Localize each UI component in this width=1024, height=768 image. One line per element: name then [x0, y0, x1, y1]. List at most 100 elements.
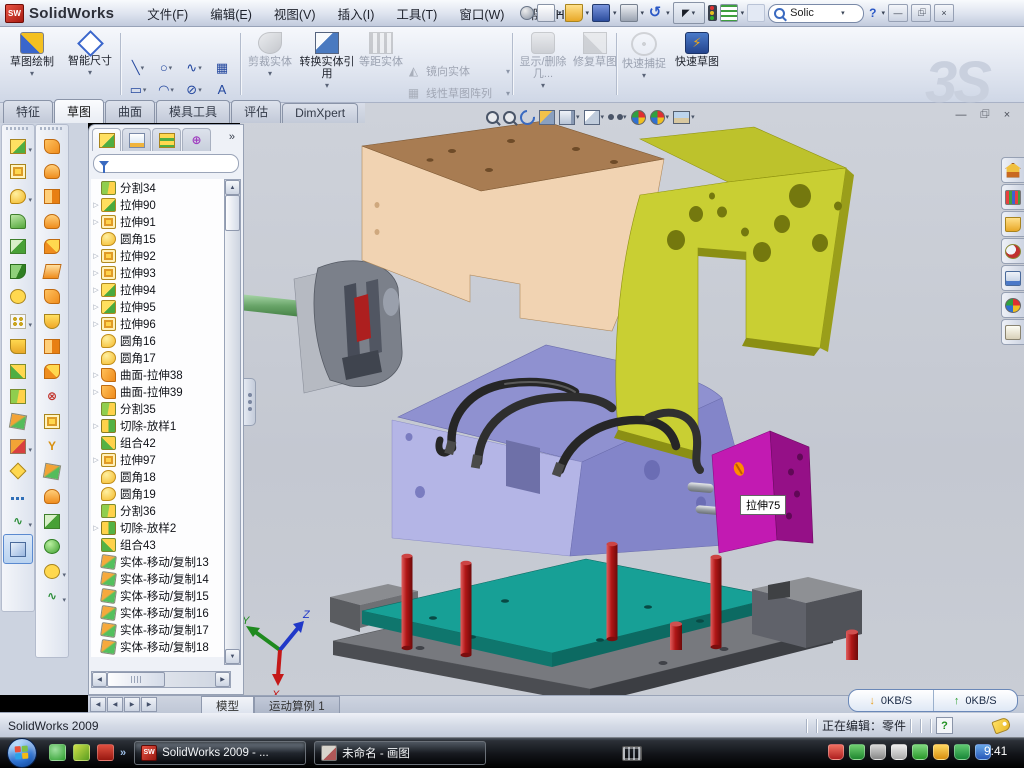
zoom-fit-button[interactable]	[486, 107, 499, 127]
tree-item[interactable]: 圆角15	[91, 230, 227, 247]
model-tab-1[interactable]: 运动算例 1	[254, 696, 340, 713]
quick-launch-messenger-icon[interactable]	[49, 744, 66, 761]
select-tool-button[interactable]: ◤▾	[673, 2, 705, 24]
delete-body-button[interactable]: ▾	[5, 434, 31, 458]
untrim-surface-button[interactable]	[39, 409, 65, 433]
dropdown-arrow-icon[interactable]: ▾	[169, 64, 173, 72]
curve-button[interactable]	[5, 484, 31, 508]
delete-face-button[interactable]: ⊗	[39, 384, 65, 408]
solidworks-resources-tab[interactable]	[1001, 157, 1024, 183]
scroll-left-button[interactable]: ◀	[92, 672, 107, 687]
tags-icon[interactable]	[991, 716, 1011, 734]
close-button[interactable]: ×	[934, 4, 954, 22]
dropdown-arrow-icon[interactable]: ▾	[881, 9, 885, 17]
thicken-button[interactable]	[39, 309, 65, 333]
dropdown-arrow-icon[interactable]: ▾	[741, 9, 745, 17]
arc-button[interactable]: ◠▾	[152, 79, 180, 101]
toolbar-drag-handle[interactable]	[6, 127, 30, 130]
taskbar-clock[interactable]: 9:41	[984, 744, 1007, 758]
dropdown-arrow-icon[interactable]: ▾	[62, 596, 66, 604]
tree-item[interactable]: ▷切除-放样1	[91, 417, 227, 434]
repair-sketch-button[interactable]: 修复草图	[572, 30, 618, 98]
spline-tool-button[interactable]: ∿▾	[5, 509, 31, 533]
taskbar-task-solidworks[interactable]: SW SolidWorks 2009 - ...	[134, 741, 306, 765]
expander-icon[interactable]: ▷	[91, 303, 101, 311]
offset-entities-button[interactable]: 等距实体	[358, 30, 404, 98]
tray-antivirus-icon[interactable]	[849, 744, 865, 760]
tree-item[interactable]: ▷拉伸94	[91, 281, 227, 298]
design-library-tab[interactable]	[1001, 184, 1024, 210]
dropdown-arrow-icon[interactable]: ▾	[30, 70, 34, 78]
move-copy-body-button[interactable]	[5, 409, 31, 433]
tree-item[interactable]: ▷拉伸97	[91, 451, 227, 468]
extruded-cut-button[interactable]	[5, 159, 31, 183]
clamp-assembly[interactable]	[240, 261, 402, 393]
expander-icon[interactable]: ▷	[91, 524, 101, 532]
quick-launch-media-icon[interactable]	[73, 744, 90, 761]
fillet-button[interactable]: ▾	[5, 184, 31, 208]
menu-item-3[interactable]: 插入(I)	[329, 1, 384, 26]
spline-button[interactable]: ∿▾	[180, 57, 208, 79]
tree-item[interactable]: 实体-移动/复制13	[91, 553, 227, 570]
tree-item[interactable]: ▷拉伸90	[91, 196, 227, 213]
start-button[interactable]	[7, 738, 37, 768]
taskbar-task-paint[interactable]: 未命名 - 画图	[314, 741, 486, 765]
dropdown-arrow-icon[interactable]: ▾	[641, 9, 645, 17]
rapid-sketch-button[interactable]: ⚡ 快速草图	[672, 30, 722, 98]
scroll-down-button[interactable]: ▼	[225, 649, 240, 664]
options-icon[interactable]	[720, 4, 738, 22]
display-delete-relations-button[interactable]: 显示/删除几... ▾	[516, 30, 570, 98]
planar-surface-button[interactable]	[39, 284, 65, 308]
dropdown-arrow-icon[interactable]: ▾	[28, 446, 32, 454]
quick-launch-solidworks-icon[interactable]	[97, 744, 114, 761]
feature-filter[interactable]	[93, 154, 239, 173]
menu-item-4[interactable]: 工具(T)	[387, 1, 446, 26]
insert-part-button[interactable]	[5, 459, 31, 483]
doc-restore-button[interactable]: □	[977, 109, 991, 121]
tree-item[interactable]: 组合42	[91, 434, 227, 451]
new-document-icon[interactable]	[537, 4, 555, 22]
flex-button[interactable]: ∿▾	[39, 584, 65, 608]
line-button[interactable]: ╲▾	[124, 57, 152, 79]
expander-icon[interactable]: ▷	[91, 269, 101, 277]
view-palette-tab[interactable]	[1001, 265, 1024, 291]
hide-show-items-button[interactable]: ▾	[608, 107, 627, 127]
panel-splitter-handle[interactable]	[244, 378, 256, 426]
quick-tips-icon[interactable]: ?	[936, 717, 953, 734]
toolbar-drag-handle[interactable]	[40, 127, 64, 130]
dropdown-arrow-icon[interactable]: ▾	[141, 64, 145, 72]
expander-icon[interactable]: ▷	[91, 320, 101, 328]
pin-toolbar-icon[interactable]	[520, 6, 534, 20]
search-input[interactable]	[788, 6, 838, 20]
dropdown-arrow-icon[interactable]: ▾	[692, 9, 696, 17]
vertical-scroll-thumb[interactable]	[225, 195, 240, 231]
dropdown-arrow-icon[interactable]: ▾	[623, 113, 627, 121]
expander-icon[interactable]: ▷	[91, 201, 101, 209]
tree-item[interactable]: ▷拉伸96	[91, 315, 227, 332]
search-results-tab[interactable]	[1001, 238, 1024, 264]
expander-icon[interactable]: ▷	[91, 371, 101, 379]
top-clamp-plate[interactable]	[362, 121, 664, 331]
propertymanager-tab[interactable]	[122, 128, 151, 151]
instant3d-button[interactable]	[3, 534, 33, 564]
swept-surface-button[interactable]	[39, 234, 65, 258]
rectangle-button[interactable]: ▭▾	[124, 79, 152, 101]
expander-icon[interactable]: ▷	[91, 456, 101, 464]
tray-network-icon[interactable]	[912, 744, 928, 760]
minimize-button[interactable]: —	[888, 4, 908, 22]
restore-button[interactable]: □	[911, 4, 931, 22]
combine-bodies-button[interactable]	[5, 359, 31, 383]
ellipse-button[interactable]: ⊘▾	[180, 79, 208, 101]
model-canvas[interactable]: Y Z X	[240, 103, 1024, 695]
tree-item[interactable]: 实体-移动/复制17	[91, 621, 227, 638]
hole-wizard-button[interactable]	[5, 284, 31, 308]
dropdown-arrow-icon[interactable]: ▾	[28, 321, 32, 329]
section-view-button[interactable]	[539, 107, 555, 127]
tree-item[interactable]: ▷拉伸92	[91, 247, 227, 264]
appearances-scenes-tab[interactable]	[1001, 292, 1024, 318]
linear-pattern-button[interactable]: ▾	[5, 309, 31, 333]
tree-item[interactable]: ▷拉伸95	[91, 298, 227, 315]
dropdown-arrow-icon[interactable]: ▾	[601, 113, 605, 121]
search-box[interactable]: ▾	[768, 4, 864, 23]
quick-snaps-button[interactable]: 快速捕捉 ▾	[620, 30, 668, 98]
